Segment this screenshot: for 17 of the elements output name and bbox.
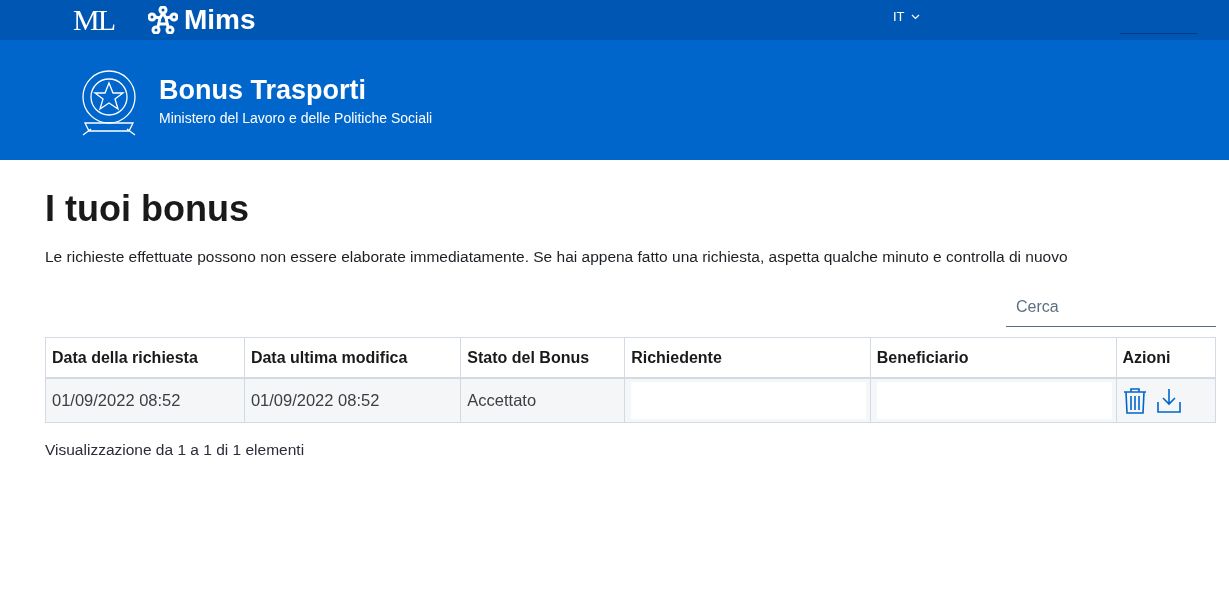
chevron-down-icon [910, 13, 920, 20]
trash-icon [1122, 387, 1147, 414]
table-cell: 01/09/2022 08:52 [244, 378, 461, 423]
table-cell: 01/09/2022 08:52 [45, 378, 245, 423]
table-cell: Accettato [460, 378, 625, 423]
download-button[interactable] [1156, 388, 1181, 413]
ml-logo: ML [73, 3, 114, 37]
pagination-info: Visualizzazione da 1 a 1 di 1 elementi [45, 441, 306, 459]
header-subtitle: Ministero del Lavoro e delle Politiche Sociali [159, 109, 433, 126]
notice-text: Le richieste effettuate possono non essere elaborate immediatamente. Se hai appena fatto una richiesta, aspetta qualche minuto e controlla di nuovo [45, 248, 1069, 266]
page-title: I tuoi bonus [45, 188, 250, 230]
delete-button[interactable] [1122, 387, 1147, 414]
language-selector[interactable]: IT [893, 9, 920, 24]
header-title: Bonus Trasporti [159, 74, 368, 106]
brand-name: Mims [184, 4, 256, 36]
download-icon [1156, 388, 1181, 413]
network-star-icon [148, 6, 178, 34]
